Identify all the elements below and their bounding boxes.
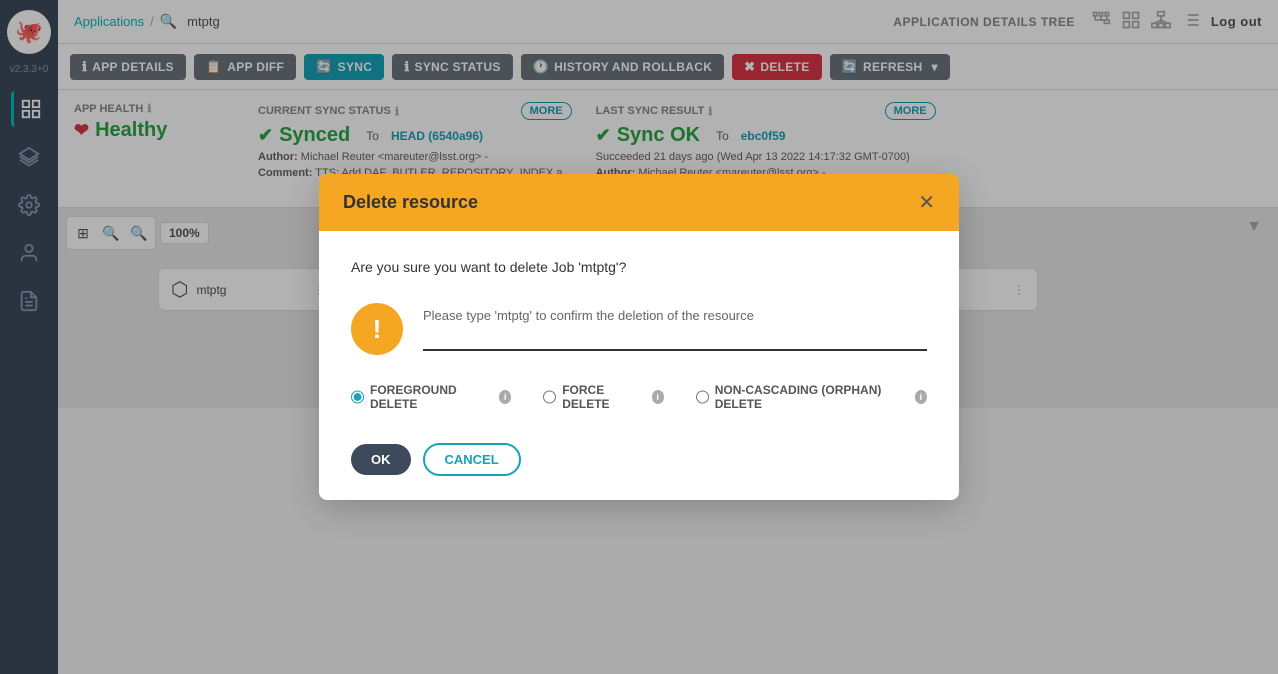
- confirm-input-section: Please type 'mtptg' to confirm the delet…: [423, 308, 927, 351]
- ok-button[interactable]: OK: [351, 444, 411, 475]
- cancel-button[interactable]: CANCEL: [423, 443, 521, 476]
- modal-confirm-row: ! Please type 'mtptg' to confirm the del…: [351, 303, 927, 355]
- force-delete-option[interactable]: FORCE DELETE i: [543, 383, 664, 411]
- modal-options: FOREGROUND DELETE i FORCE DELETE i NON-C…: [351, 383, 927, 411]
- foreground-delete-radio[interactable]: [351, 390, 364, 404]
- modal-title: Delete resource: [343, 192, 478, 213]
- confirm-input-wrap: [423, 327, 927, 351]
- warning-symbol: !: [373, 314, 382, 345]
- modal-header: Delete resource ✕: [319, 174, 959, 231]
- modal-body: Are you sure you want to delete Job 'mtp…: [319, 231, 959, 500]
- orphan-delete-option[interactable]: NON-CASCADING (ORPHAN) DELETE i: [696, 383, 927, 411]
- force-delete-radio[interactable]: [543, 390, 556, 404]
- warning-circle: !: [351, 303, 403, 355]
- foreground-delete-option[interactable]: FOREGROUND DELETE i: [351, 383, 511, 411]
- modal-actions: OK CANCEL: [351, 443, 927, 476]
- confirm-hint: Please type 'mtptg' to confirm the delet…: [423, 308, 927, 323]
- modal-overlay: Delete resource ✕ Are you sure you want …: [0, 0, 1278, 674]
- confirm-input[interactable]: [423, 327, 927, 343]
- orphan-delete-info-icon: i: [915, 390, 927, 404]
- foreground-delete-info-icon: i: [499, 390, 511, 404]
- modal-close-button[interactable]: ✕: [918, 193, 935, 213]
- force-delete-info-icon: i: [652, 390, 664, 404]
- delete-resource-modal: Delete resource ✕ Are you sure you want …: [319, 174, 959, 500]
- modal-question: Are you sure you want to delete Job 'mtp…: [351, 259, 927, 275]
- orphan-delete-radio[interactable]: [696, 390, 709, 404]
